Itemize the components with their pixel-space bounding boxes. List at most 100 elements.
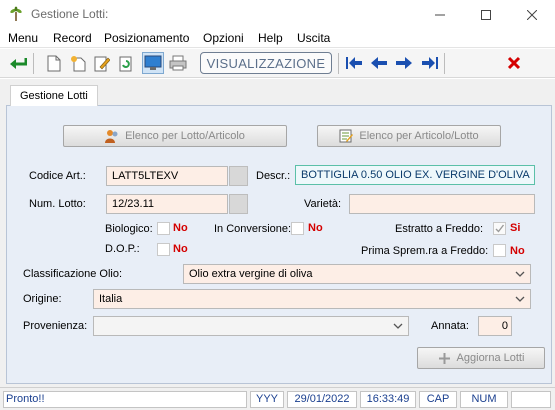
- exit-button[interactable]: [8, 53, 28, 73]
- elenco-articolo-lotto-label: Elenco per Articolo/Lotto: [359, 130, 479, 142]
- aggiorna-lotti-button[interactable]: Aggiorna Lotti: [417, 347, 545, 369]
- tab-area: Elenco per Lotto/Articolo Elenco per Art…: [0, 79, 555, 387]
- prima-spremitura-label: Prima Sprem.ra a Freddo:: [361, 245, 489, 257]
- close-button[interactable]: [509, 0, 555, 29]
- list-edit-icon: [339, 129, 354, 143]
- red-x-icon: [507, 56, 521, 70]
- delete-record-button[interactable]: [116, 53, 136, 73]
- origine-select[interactable]: Italia: [93, 289, 531, 309]
- annata-field[interactable]: 0: [478, 316, 512, 336]
- new-record-button[interactable]: [44, 53, 64, 73]
- menu-posizionamento[interactable]: Posizionamento: [104, 31, 189, 45]
- estratto-freddo-checkbox[interactable]: [493, 222, 506, 235]
- codice-art-field[interactable]: LATT5LTEXV: [106, 166, 228, 186]
- close-icon: [527, 9, 537, 20]
- descr-label: Descr.:: [256, 170, 291, 182]
- status-bar: Pronto!! YYY 29/01/2022 16:33:49 CAP NUM: [0, 387, 555, 410]
- copy-document-icon: [71, 55, 86, 71]
- menu-uscita[interactable]: Uscita: [297, 31, 330, 45]
- codice-art-label: Codice Art.:: [29, 170, 86, 182]
- elenco-lotto-articolo-label: Elenco per Lotto/Articolo: [125, 130, 245, 142]
- chevron-down-icon: [393, 323, 403, 329]
- arrow-left-icon: [371, 57, 387, 69]
- num-lotto-lookup-button[interactable]: [229, 194, 248, 214]
- status-extra: [511, 391, 551, 408]
- chevron-down-icon: [515, 271, 525, 277]
- status-time: 16:33:49: [360, 391, 416, 408]
- last-record-button[interactable]: [420, 53, 440, 73]
- checkmark-icon: [495, 224, 505, 233]
- minimize-button[interactable]: [417, 0, 463, 29]
- gestione-lotti-panel: Elenco per Lotto/Articolo Elenco per Art…: [6, 105, 552, 384]
- tab-gestione-lotti[interactable]: Gestione Lotti: [10, 85, 98, 106]
- chevron-down-icon: [515, 296, 525, 302]
- olive-branch-icon: [10, 6, 22, 21]
- status-num: NUM: [460, 391, 508, 408]
- first-record-button[interactable]: [344, 53, 364, 73]
- status-date: 29/01/2022: [287, 391, 357, 408]
- toolbar-separator: [338, 53, 339, 74]
- next-record-button[interactable]: [394, 53, 414, 73]
- in-conversione-label: In Conversione:: [214, 223, 292, 235]
- provenienza-select[interactable]: [93, 316, 409, 336]
- elenco-lotto-articolo-button[interactable]: Elenco per Lotto/Articolo: [63, 125, 287, 147]
- status-caps: CAP: [419, 391, 457, 408]
- codice-lookup-button[interactable]: [229, 166, 248, 186]
- classificazione-value: Olio extra vergine di oliva: [189, 268, 313, 280]
- varieta-field[interactable]: [349, 194, 535, 214]
- first-record-icon: [346, 57, 362, 69]
- printer-icon: [169, 55, 187, 71]
- menu-bar: Menu Record Posizionamento Opzioni Help …: [0, 29, 555, 48]
- menu-opzioni[interactable]: Opzioni: [203, 31, 244, 45]
- prima-spremitura-checkbox[interactable]: [493, 244, 506, 257]
- dop-value: No: [173, 243, 188, 255]
- maximize-icon: [481, 9, 491, 20]
- in-conversione-checkbox[interactable]: [291, 222, 304, 235]
- users-icon: [105, 130, 118, 143]
- new-document-icon: [47, 55, 61, 71]
- dop-label: D.O.P.:: [105, 243, 140, 255]
- arrow-right-icon: [396, 57, 412, 69]
- print-button[interactable]: [168, 53, 188, 73]
- view-mode-button[interactable]: [142, 52, 164, 74]
- window-title: Gestione Lotti:: [31, 7, 109, 21]
- num-lotto-label: Num. Lotto:: [29, 198, 86, 210]
- origine-label: Origine:: [23, 293, 62, 305]
- toolbar: VISUALIZZAZIONE: [0, 49, 555, 78]
- mode-indicator: VISUALIZZAZIONE: [200, 52, 332, 74]
- minimize-icon: [435, 14, 445, 15]
- status-user: YYY: [250, 391, 284, 408]
- recycle-document-icon: [119, 56, 132, 71]
- maximize-button[interactable]: [463, 0, 509, 29]
- dop-checkbox[interactable]: [157, 243, 170, 256]
- menu-record[interactable]: Record: [53, 31, 92, 45]
- elenco-articolo-lotto-button[interactable]: Elenco per Articolo/Lotto: [317, 125, 501, 147]
- descr-field[interactable]: BOTTIGLIA 0.50 OLIO EX. VERGINE D'OLIVA: [295, 165, 535, 185]
- menu-menu[interactable]: Menu: [8, 31, 38, 45]
- biologico-label: Biologico:: [105, 223, 153, 235]
- copy-record-button[interactable]: [68, 53, 88, 73]
- monitor-icon: [144, 55, 162, 70]
- last-record-icon: [422, 57, 438, 69]
- in-conversione-value: No: [308, 222, 323, 234]
- toolbar-separator: [33, 53, 34, 74]
- plus-icon: [438, 352, 450, 364]
- edit-record-button[interactable]: [92, 53, 112, 73]
- annata-label: Annata:: [431, 320, 469, 332]
- origine-value: Italia: [99, 293, 123, 305]
- classificazione-label: Classificazione Olio:: [23, 268, 123, 280]
- previous-record-button[interactable]: [369, 53, 389, 73]
- biologico-value: No: [173, 222, 188, 234]
- classificazione-select[interactable]: Olio extra vergine di oliva: [183, 264, 531, 284]
- aggiorna-lotti-label: Aggiorna Lotti: [456, 352, 525, 364]
- prima-spremitura-value: No: [510, 245, 525, 257]
- edit-pencil-icon: [94, 56, 110, 71]
- biologico-checkbox[interactable]: [157, 222, 170, 235]
- num-lotto-field[interactable]: 12/23.11: [106, 194, 228, 214]
- exit-arrow-icon: [10, 58, 27, 69]
- estratto-freddo-value: Si: [510, 222, 521, 234]
- cancel-button[interactable]: [504, 53, 524, 73]
- varieta-label: Varietà:: [304, 198, 342, 210]
- menu-help[interactable]: Help: [258, 31, 283, 45]
- provenienza-label: Provenienza:: [23, 320, 88, 332]
